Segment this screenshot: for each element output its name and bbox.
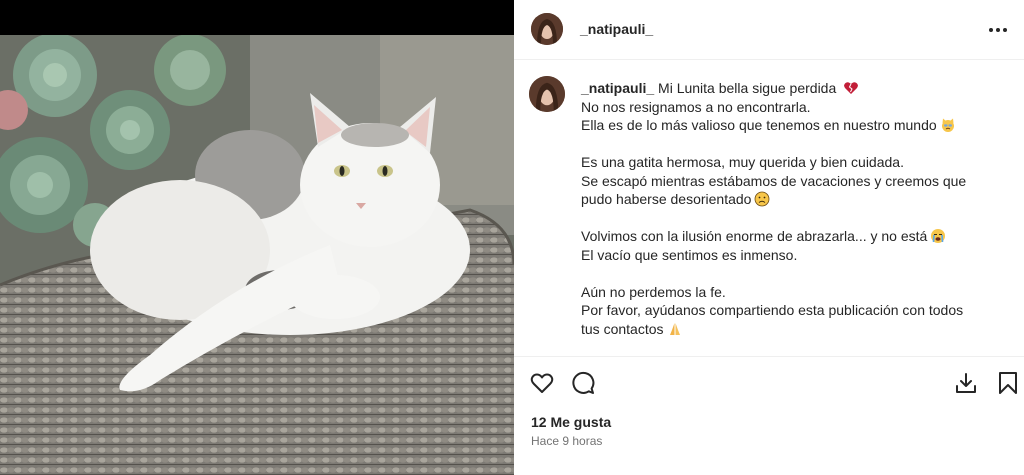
comment-icon <box>572 371 595 394</box>
more-horizontal-icon <box>989 28 1007 32</box>
post-caption: _natipauli_ Mi Lunita bella sigue perdid… <box>514 61 1024 355</box>
post-side-panel: _natipauli_ _natipauli_ Mi Lunita bella … <box>514 0 1024 475</box>
caption-line-text: Aún no perdemos la fe. <box>581 283 726 300</box>
caption-line-text: pudo haberse desorientado <box>581 191 752 207</box>
caption-title-line: _natipauli_ Mi Lunita bella sigue perdid… <box>581 79 1001 98</box>
header-username[interactable]: _natipauli_ <box>580 21 653 37</box>
comment-button[interactable] <box>570 370 596 396</box>
caption-line-text: No nos resignamos a no encontrarla. <box>581 98 811 115</box>
caption-line: Aún no perdemos la fe. <box>581 283 1001 302</box>
crying-face-emoji <box>931 229 946 243</box>
save-button[interactable] <box>995 370 1021 396</box>
post-timestamp: Hace 9 horas <box>531 434 603 448</box>
caption-line-text: Volvimos con la ilusión enorme de abraza… <box>581 228 928 244</box>
caption-line: Es una gatita hermosa, muy querida y bie… <box>581 153 1001 172</box>
caption-paragraph: Aún no perdemos la fe. Por favor, ayúdano… <box>581 283 1001 339</box>
caption-line: Volvimos con la ilusión enorme de abraza… <box>581 227 1001 246</box>
caption-avatar[interactable] <box>529 76 565 112</box>
folded-hands-emoji <box>669 322 680 335</box>
caption-line-text: tus contactos <box>581 320 664 337</box>
post-photo-white-cat[interactable] <box>0 35 514 475</box>
caption-line: El vacío que sentimos es inmenso. <box>581 246 1001 265</box>
post-header: _natipauli_ <box>514 0 1024 60</box>
caption-line-text: El vacío que sentimos es inmenso. <box>581 246 798 263</box>
likes-count[interactable]: 12 Me gusta <box>531 414 611 430</box>
frowning-face-emoji <box>755 191 770 207</box>
caption-line: tus contactos <box>581 320 1001 339</box>
caption-paragraph: Es una gatita hermosa, muy querida y bie… <box>581 153 1001 209</box>
caption-title: Mi Lunita bella sigue perdida <box>658 80 837 96</box>
heart-icon <box>530 373 554 393</box>
caption-line-text: Por favor, ayúdanos compartiendo esta pu… <box>581 302 964 318</box>
bookmark-icon <box>999 372 1017 394</box>
caption-paragraph: Volvimos con la ilusión enorme de abraza… <box>581 227 1001 264</box>
caption-line: Por favor, ayúdanos compartiendo esta pu… <box>581 301 1001 320</box>
caption-username[interactable]: _natipauli_ <box>581 80 654 96</box>
post-media-panel <box>0 0 514 475</box>
avatar[interactable] <box>531 13 563 45</box>
caption-text: _natipauli_ Mi Lunita bella sigue perdid… <box>581 79 1001 338</box>
caption-line-text: Ella es de lo más valioso que tenemos en… <box>581 117 937 133</box>
like-button[interactable] <box>529 370 555 396</box>
caption-line: Se escapó mientras estábamos de vacacion… <box>581 172 1001 191</box>
download-icon <box>956 373 976 393</box>
post-actions: 12 Me gusta Hace 9 horas <box>514 356 1024 475</box>
caption-line-text: Se escapó mientras estábamos de vacacion… <box>581 172 967 189</box>
caption-line-text: Es una gatita hermosa, muy querida y bie… <box>581 154 904 170</box>
caption-line: pudo haberse desorientado <box>581 190 1001 209</box>
caption-line: Ella es de lo más valioso que tenemos en… <box>581 116 1001 135</box>
download-button[interactable] <box>953 370 979 396</box>
more-options-button[interactable] <box>984 16 1012 44</box>
caption-paragraph: No nos resignamos a no encontrarla. Ella … <box>581 98 1001 135</box>
cat-face-emoji <box>941 118 954 132</box>
caption-line: No nos resignamos a no encontrarla. <box>581 98 1001 117</box>
broken-heart-emoji <box>844 82 859 94</box>
